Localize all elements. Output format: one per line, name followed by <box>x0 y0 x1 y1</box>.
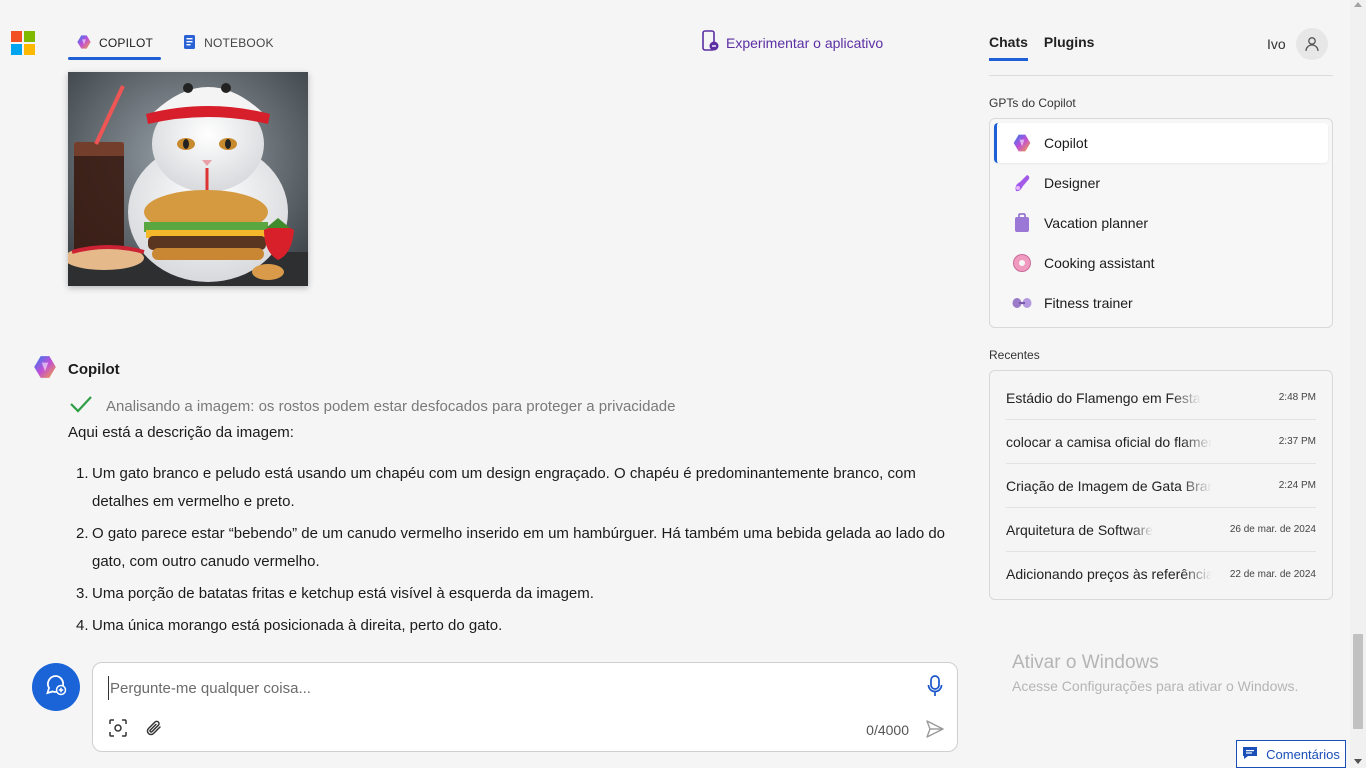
tab-plugins[interactable]: Plugins <box>1044 34 1095 61</box>
feedback-button[interactable]: Comentários <box>1236 740 1346 768</box>
scroll-thumb[interactable] <box>1353 634 1363 729</box>
gpt-label: Designer <box>1044 175 1101 191</box>
gpt-item-designer[interactable]: Designer <box>994 163 1328 203</box>
gpt-item-copilot[interactable]: Copilot <box>994 123 1328 163</box>
gpt-label: Cooking assistant <box>1044 255 1155 271</box>
comment-icon <box>1242 746 1258 763</box>
send-icon[interactable] <box>925 720 945 743</box>
recent-chat-time: 26 de mar. de 2024 <box>1229 524 1316 535</box>
checkmark-icon <box>68 394 94 418</box>
list-text: Um gato branco e peludo está usando um c… <box>92 465 916 510</box>
tab-notebook[interactable]: NOTEBOOK <box>175 26 282 60</box>
notebook-icon <box>183 34 197 53</box>
recent-chat-item[interactable]: Estádio do Flamengo em Festa 2:48 PM <box>1006 376 1316 420</box>
gpt-item-cooking-assistant[interactable]: Cooking assistant <box>994 243 1328 283</box>
copilot-avatar-icon <box>32 354 58 385</box>
list-number: 2. <box>76 525 89 542</box>
recent-chat-title: Criação de Imagem de Gata Branca com Cha… <box>1006 477 1212 494</box>
logo-square-yellow <box>24 44 35 55</box>
list-item: 1. Um gato branco e peludo está usando um… <box>68 460 948 516</box>
donut-icon <box>1012 253 1032 273</box>
recent-chat-title: Arquitetura de Software <box>1006 521 1154 538</box>
list-number: 1. <box>76 465 89 482</box>
recents-section-label: Recentes <box>989 348 1040 362</box>
new-chat-icon <box>44 673 68 702</box>
response-intro: Aqui está a descrição da imagem: <box>68 424 294 441</box>
page-scrollbar[interactable] <box>1350 0 1366 768</box>
new-topic-button[interactable] <box>32 663 80 711</box>
chat-input[interactable] <box>108 676 908 700</box>
logo-square-green <box>24 31 35 42</box>
chat-composer: 0/4000 <box>92 662 958 752</box>
windows-activation-watermark: Ativar o Windows Acesse Configurações pa… <box>1012 652 1298 694</box>
tab-chats[interactable]: Chats <box>989 34 1028 61</box>
attach-icon[interactable] <box>145 719 163 742</box>
suitcase-icon <box>1012 213 1032 233</box>
char-counter: 0/4000 <box>866 722 909 738</box>
feedback-label: Comentários <box>1266 746 1340 762</box>
microphone-icon[interactable] <box>927 675 943 702</box>
try-app-label: Experimentar o aplicativo <box>726 34 884 51</box>
recent-chat-time: 2:48 PM <box>1278 392 1316 403</box>
message-header: Copilot <box>32 354 120 385</box>
recent-chat-item[interactable]: Arquitetura de Software 26 de mar. de 20… <box>1006 508 1316 552</box>
dumbbell-icon <box>1012 293 1032 313</box>
gpt-list: Copilot Designer Vacation planner Cookin… <box>989 118 1333 328</box>
list-item: 2. O gato parece estar “bebendo” de um ca… <box>68 520 948 576</box>
avatar[interactable] <box>1295 28 1328 60</box>
recent-chat-item[interactable]: colocar a camisa oficial do flamengo na … <box>1006 420 1316 464</box>
scroll-up-arrow[interactable] <box>1354 2 1362 7</box>
logo-square-red <box>11 31 22 42</box>
user-name: Ivo <box>1267 36 1286 52</box>
sidebar-divider <box>989 75 1333 76</box>
gpt-item-fitness-trainer[interactable]: Fitness trainer <box>994 283 1328 323</box>
tab-notebook-label: NOTEBOOK <box>204 36 274 50</box>
list-number: 4. <box>76 617 89 634</box>
logo-square-blue <box>11 44 22 55</box>
message-author: Copilot <box>68 361 120 378</box>
recent-chat-time: 2:37 PM <box>1278 436 1316 447</box>
user-account: Ivo <box>1267 28 1328 60</box>
mode-tabs: COPILOT NOTEBOOK <box>68 26 282 60</box>
list-text: Uma porção de batatas fritas e ketchup e… <box>92 585 594 602</box>
scroll-down-arrow[interactable] <box>1354 759 1362 764</box>
tab-copilot[interactable]: COPILOT <box>68 26 162 60</box>
try-app-link[interactable]: Experimentar o aplicativo <box>701 30 883 55</box>
gpts-section-label: GPTs do Copilot <box>989 96 1076 110</box>
gpt-item-vacation-planner[interactable]: Vacation planner <box>994 203 1328 243</box>
list-item: 3. Uma porção de batatas fritas e ketchup… <box>68 580 948 608</box>
analysis-status: Analisando a imagem: os rostos podem est… <box>68 394 676 418</box>
recent-chat-time: 22 de mar. de 2024 <box>1229 568 1316 580</box>
microsoft-logo[interactable] <box>11 31 35 55</box>
response-list: 1. Um gato branco e peludo está usando um… <box>68 460 948 644</box>
phone-icon <box>701 30 719 55</box>
generated-cat-image[interactable] <box>68 72 308 286</box>
gpt-label: Copilot <box>1044 135 1088 151</box>
recent-chat-title: colocar a camisa oficial do flamengo na … <box>1006 433 1212 450</box>
recent-chat-item[interactable]: Adicionando preços às referências 22 de … <box>1006 552 1316 596</box>
gpt-label: Vacation planner <box>1044 215 1149 231</box>
list-number: 3. <box>76 585 89 602</box>
list-item: 4. Uma única morango está posicionada à d… <box>68 612 948 640</box>
recent-chat-item[interactable]: Criação de Imagem de Gata Branca com Cha… <box>1006 464 1316 508</box>
recent-chat-title: Adicionando preços às referências <box>1006 566 1212 582</box>
recent-chat-time: 2:24 PM <box>1278 480 1316 491</box>
copilot-icon <box>1012 133 1032 153</box>
recent-chat-title: Estádio do Flamengo em Festa <box>1006 389 1201 406</box>
visual-search-icon[interactable] <box>109 719 127 742</box>
list-text: Uma única morango está posicionada à dir… <box>92 617 503 634</box>
copilot-icon <box>76 34 92 53</box>
designer-icon <box>1012 173 1032 193</box>
watermark-title: Ativar o Windows <box>1012 652 1159 673</box>
list-text: O gato parece estar “bebendo” de um canu… <box>92 525 946 570</box>
sidebar-tabs: Chats Plugins <box>989 34 1094 61</box>
tab-copilot-label: COPILOT <box>99 36 154 50</box>
gpt-label: Fitness trainer <box>1044 295 1133 311</box>
analysis-status-text: Analisando a imagem: os rostos podem est… <box>106 397 676 415</box>
recent-chats-list: Estádio do Flamengo em Festa 2:48 PM col… <box>989 370 1333 600</box>
watermark-subtitle: Acesse Configurações para ativar o Windo… <box>1012 678 1299 694</box>
